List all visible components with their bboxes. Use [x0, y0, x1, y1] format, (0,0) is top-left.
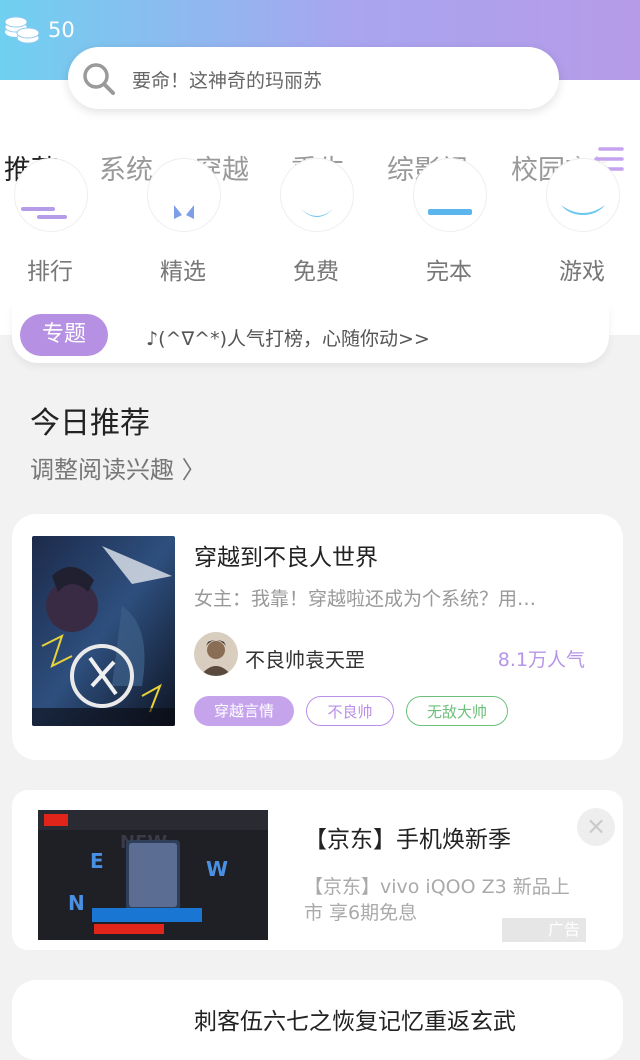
- book-card-next[interactable]: 刺客伍六七之恢复记忆重返玄武: [12, 980, 623, 1060]
- game-icon: [546, 158, 620, 232]
- free-icon: [280, 158, 354, 232]
- category-label: 排行: [27, 259, 73, 285]
- tab-system[interactable]: 系统: [99, 148, 153, 187]
- book-title[interactable]: 刺客伍六七之恢复记忆重返玄武: [194, 1002, 516, 1036]
- svg-text:E: E: [90, 849, 104, 873]
- category-label: 精选: [160, 259, 206, 285]
- ad-card[interactable]: NEW E N W 【京东】手机焕新季 【京东】vivo iQOO Z3 新品上…: [12, 790, 623, 950]
- tag-time-travel-romance[interactable]: 穿越言情: [194, 696, 294, 726]
- category-game[interactable]: 游戏: [532, 158, 632, 290]
- category-finished[interactable]: 完本: [399, 158, 499, 290]
- category-label: 免费: [293, 259, 339, 285]
- book-title[interactable]: 穿越到不良人世界: [194, 538, 378, 572]
- finished-icon: [413, 158, 487, 232]
- tag-buliangshuai[interactable]: 不良帅: [306, 696, 394, 726]
- popularity-count: 8.1万人气: [497, 649, 585, 671]
- coin-count: 50: [48, 18, 75, 42]
- search-bar[interactable]: 要命！这神奇的玛丽苏: [68, 47, 559, 109]
- book-description: 女主：我靠！穿越啦还成为个系统？用…: [194, 588, 537, 610]
- featured-icon: [147, 158, 221, 232]
- section-title: 今日推荐: [30, 406, 150, 441]
- topic-text[interactable]: ♪(^∇^*)人气打榜，心随你动>>: [146, 324, 430, 351]
- category-label: 完本: [426, 259, 472, 285]
- tag-invincible[interactable]: 无敌大帅: [406, 696, 508, 726]
- author-name[interactable]: 不良帅袁天罡: [245, 644, 365, 673]
- book-cover[interactable]: [32, 536, 175, 726]
- svg-text:W: W: [206, 857, 228, 881]
- category-free[interactable]: 免费: [266, 158, 366, 290]
- topic-badge: 专题: [20, 314, 108, 356]
- close-icon[interactable]: ×: [577, 808, 615, 846]
- svg-text:N: N: [68, 891, 85, 915]
- search-icon: [81, 61, 117, 97]
- ad-image[interactable]: NEW E N W: [38, 810, 268, 940]
- category-ranking[interactable]: 排行: [0, 158, 100, 290]
- search-placeholder: 要命！这神奇的玛丽苏: [132, 70, 323, 92]
- ad-title[interactable]: 【京东】手机焕新季: [304, 820, 511, 854]
- author-avatar[interactable]: [194, 632, 238, 676]
- ranking-icon: [14, 158, 88, 232]
- category-featured[interactable]: 精选: [133, 158, 233, 290]
- book-card[interactable]: 穿越到不良人世界 女主：我靠！穿越啦还成为个系统？用… 不良帅袁天罡 8.1万人…: [12, 514, 623, 760]
- category-label: 游戏: [559, 259, 605, 285]
- ad-badge: 广告: [502, 918, 586, 942]
- coins-icon[interactable]: [4, 10, 40, 46]
- adjust-interest-link[interactable]: 调整阅读兴趣 〉: [30, 450, 206, 485]
